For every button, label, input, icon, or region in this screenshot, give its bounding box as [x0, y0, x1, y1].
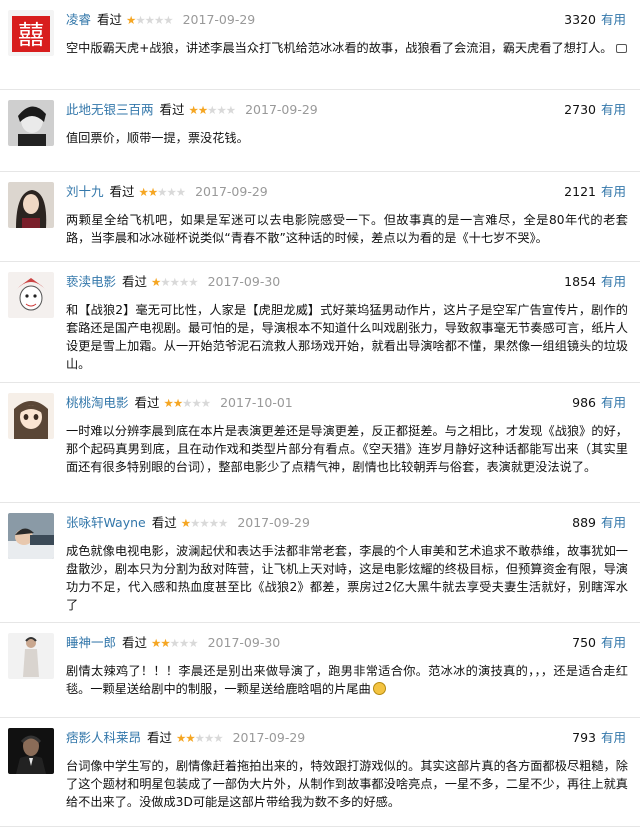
review-text: 和【战狼2】毫无可比性，人家是【虎胆龙威】式好莱坞猛男动作片，这片子是空军广告宣… — [66, 301, 628, 373]
review-text: 成色就像电视电影，波澜起伏和表达手法都非常老套，李晨的个人审美和艺术追求不敢恭维… — [66, 542, 628, 614]
username-link[interactable]: 亵渎电影 — [66, 274, 116, 289]
avatar[interactable] — [8, 393, 54, 439]
rating-stars: ★★★★★ — [151, 636, 199, 650]
review-text-content: 空中版霸天虎+战狼，讲述李晨当众打飞机给范冰冰看的故事，战狼看了会流泪，霸天虎看… — [66, 41, 613, 55]
rating-stars: ★★★★★ — [151, 275, 199, 289]
review-text-content: 和【战狼2】毫无可比性，人家是【虎胆龙威】式好莱坞猛男动作片，这片子是空军广告宣… — [66, 303, 628, 371]
useful-count: 889 — [572, 515, 596, 530]
watched-label: 看过 — [122, 274, 148, 289]
review-text-content: 台词像中学生写的，剧情像赶着拖拍出来的，特效跟打游戏似的。其实这部片真的各方面都… — [66, 759, 628, 809]
review-item: 桃桃淘电影 看过 ★★★★★ 2017-10-01 986 有用一时难以分辨李晨到底在本片… — [0, 383, 640, 503]
review-item: 刘十九 看过 ★★★★★ 2017-09-29 2121 有用两颗星全给飞机吧，如果是军迷… — [0, 172, 640, 262]
username-link[interactable]: 此地无银三百两 — [66, 102, 154, 117]
watched-label: 看过 — [109, 184, 135, 199]
watched-label: 看过 — [122, 635, 148, 650]
svg-text:囍: 囍 — [18, 21, 44, 51]
emoji-icon — [372, 682, 386, 695]
review-text-content: 剧情太辣鸡了！！！李晨还是别出来做导演了，跑男非常适合你。范冰冰的演技真的，，，… — [66, 664, 628, 696]
rating-stars: ★★★★★ — [138, 185, 187, 199]
useful-count: 2730 — [564, 102, 596, 117]
useful-button[interactable]: 有用 — [601, 730, 626, 745]
review-text: 剧情太辣鸡了！！！李晨还是别出来做导演了，跑男非常适合你。范冰冰的演技真的，，，… — [66, 662, 628, 698]
avatar[interactable] — [8, 633, 54, 679]
review-text-content: 两颗星全给飞机吧，如果是军迷可以去电影院感受一下。但故事真的是一言难尽，全是80… — [66, 213, 628, 245]
review-item: 囍 凌睿 看过 ★★★★★ 2017-09-29 3320 有用空中版霸天虎+战狼，讲述李晨… — [0, 0, 640, 90]
watched-label: 看过 — [159, 102, 185, 117]
review-header: 此地无银三百两 看过 ★★★★★ 2017-09-29 2730 有用 — [66, 100, 626, 120]
review-text: 空中版霸天虎+战狼，讲述李晨当众打飞机给范冰冰看的故事，战狼看了会流泪，霸天虎看… — [66, 39, 628, 57]
more-icon[interactable] — [616, 44, 628, 53]
review-item: 此地无银三百两 看过 ★★★★★ 2017-09-29 2730 有用值回票价，顺带一提，… — [0, 90, 640, 172]
useful-count: 793 — [572, 730, 596, 745]
review-text: 值回票价，顺带一提，票没花钱。 — [66, 129, 628, 147]
avatar[interactable] — [8, 272, 54, 318]
avatar[interactable] — [8, 182, 54, 228]
useful-count: 986 — [572, 395, 596, 410]
username-link[interactable]: 凌睿 — [66, 12, 91, 27]
useful-button[interactable]: 有用 — [601, 635, 626, 650]
rating-stars: ★★★★★ — [176, 731, 224, 745]
review-list: 囍凌睿 看过 ★★★★★ 2017-09-29 3320 有用 空中版霸天虎+战狼，讲述李晨… — [0, 0, 640, 827]
username-link[interactable]: 张咏轩Wayne — [66, 515, 146, 530]
username-link[interactable]: 睡神一郎 — [66, 635, 116, 650]
review-date: 2017-09-30 — [207, 635, 281, 650]
review-date: 2017-09-29 — [245, 102, 318, 117]
useful-button[interactable]: 有用 — [601, 12, 626, 27]
review-text-content: 成色就像电视电影，波澜起伏和表达手法都非常老套，李晨的个人审美和艺术追求不敢恭维… — [66, 544, 628, 612]
review-item: 亵渎电影 看过 ★★★★★ 2017-09-30 1854 有用和【战狼2】毫无可比性，人… — [0, 262, 640, 383]
review-header: 张咏轩Wayne 看过 ★★★★★ 2017-09-29 889 有用 — [66, 513, 626, 533]
avatar[interactable] — [8, 100, 54, 146]
avatar[interactable]: 囍 — [8, 10, 54, 56]
review-item: 张咏轩Wayne 看过 ★★★★★ 2017-09-29 889 有用成色就像电视电影，波… — [0, 503, 640, 623]
review-item: 睡神一郎 看过 ★★★★★ 2017-09-30 750 有用剧情太辣鸡了！！！李晨还是别… — [0, 623, 640, 718]
useful-button[interactable]: 有用 — [601, 274, 626, 289]
review-date: 2017-09-29 — [182, 12, 256, 27]
useful-button[interactable]: 有用 — [601, 102, 626, 117]
review-item: 痞影人科莱昂 看过 ★★★★★ 2017-09-29 793 有用台词像中学生写的，剧情像… — [0, 718, 640, 827]
watched-label: 看过 — [134, 395, 160, 410]
useful-count: 1854 — [564, 274, 596, 289]
rating-stars: ★★★★★ — [126, 13, 174, 27]
review-header: 亵渎电影 看过 ★★★★★ 2017-09-30 1854 有用 — [66, 272, 626, 292]
review-header: 痞影人科莱昂 看过 ★★★★★ 2017-09-29 793 有用 — [66, 728, 626, 748]
review-header: 桃桃淘电影 看过 ★★★★★ 2017-10-01 986 有用 — [66, 393, 626, 413]
useful-button[interactable]: 有用 — [601, 184, 626, 199]
review-text: 一时难以分辨李晨到底在本片是表演更差还是导演更差，反正都挺差。与之相比，才发现《… — [66, 422, 628, 476]
avatar[interactable] — [8, 728, 54, 774]
useful-button[interactable]: 有用 — [601, 395, 626, 410]
review-date: 2017-09-29 — [232, 730, 306, 745]
review-date: 2017-09-29 — [195, 184, 268, 199]
review-date: 2017-10-01 — [220, 395, 293, 410]
review-text: 台词像中学生写的，剧情像赶着拖拍出来的，特效跟打游戏似的。其实这部片真的各方面都… — [66, 757, 628, 811]
username-link[interactable]: 桃桃淘电影 — [66, 395, 129, 410]
useful-count: 3320 — [564, 12, 596, 27]
watched-label: 看过 — [97, 12, 123, 27]
avatar[interactable] — [8, 513, 54, 559]
review-text-content: 值回票价，顺带一提，票没花钱。 — [66, 131, 249, 145]
review-text: 两颗星全给飞机吧，如果是军迷可以去电影院感受一下。但故事真的是一言难尽，全是80… — [66, 211, 628, 247]
review-header: 凌睿 看过 ★★★★★ 2017-09-29 3320 有用 — [66, 10, 626, 30]
username-link[interactable]: 刘十九 — [66, 184, 104, 199]
review-text-content: 一时难以分辨李晨到底在本片是表演更差还是导演更差，反正都挺差。与之相比，才发现《… — [66, 424, 628, 474]
username-link[interactable]: 痞影人科莱昂 — [66, 730, 141, 745]
watched-label: 看过 — [151, 515, 177, 530]
review-header: 刘十九 看过 ★★★★★ 2017-09-29 2121 有用 — [66, 182, 626, 202]
review-date: 2017-09-30 — [207, 274, 281, 289]
review-date: 2017-09-29 — [237, 515, 310, 530]
watched-label: 看过 — [147, 730, 173, 745]
rating-stars: ★★★★★ — [188, 103, 237, 117]
rating-stars: ★★★★★ — [163, 396, 212, 410]
rating-stars: ★★★★★ — [180, 516, 229, 530]
review-header: 睡神一郎 看过 ★★★★★ 2017-09-30 750 有用 — [66, 633, 626, 653]
useful-button[interactable]: 有用 — [601, 515, 626, 530]
useful-count: 750 — [572, 635, 596, 650]
useful-count: 2121 — [564, 184, 596, 199]
